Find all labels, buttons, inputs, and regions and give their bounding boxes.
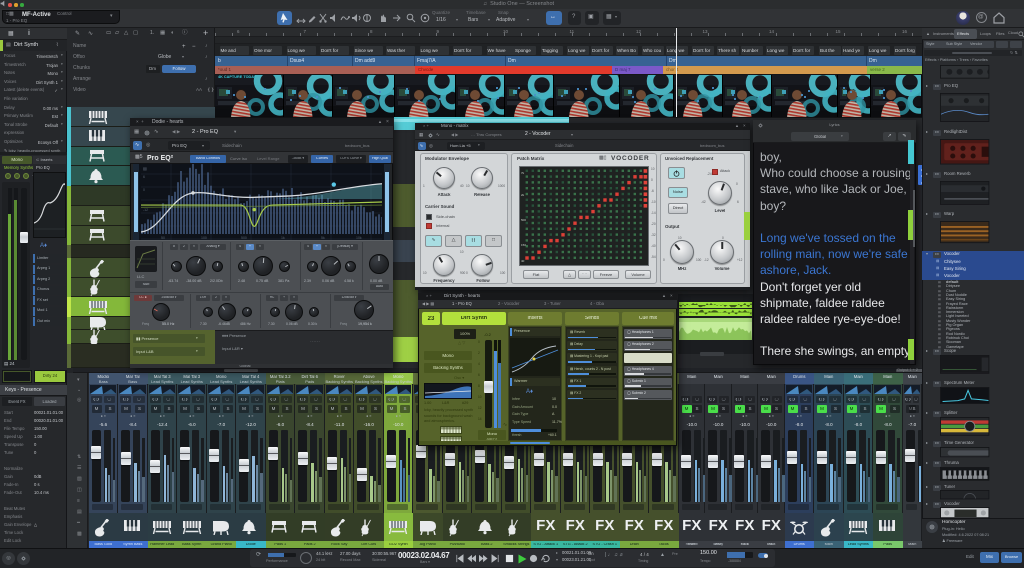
svg-text:150: 150 (521, 243, 526, 247)
svg-text:2k: 2k (521, 193, 525, 197)
svg-text:40: 40 (521, 259, 525, 263)
svg-text:500: 500 (521, 218, 526, 222)
svg-text:7k: 7k (521, 171, 525, 175)
